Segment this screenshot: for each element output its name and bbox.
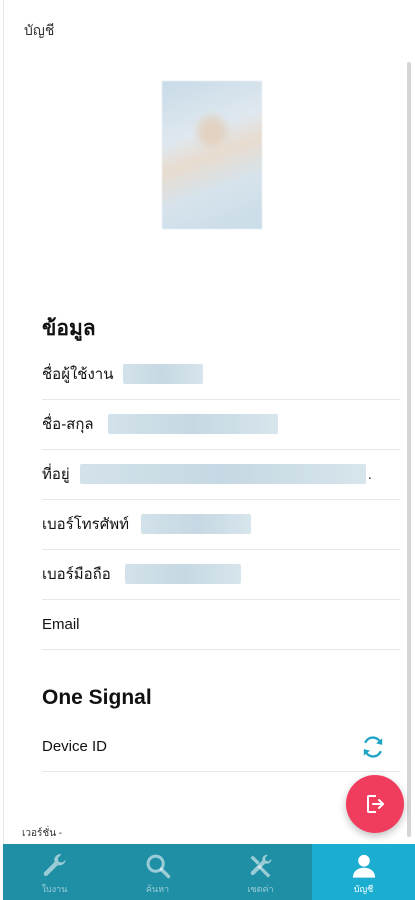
scrollbar[interactable] <box>407 62 411 837</box>
logout-button[interactable] <box>346 775 404 833</box>
redacted-value <box>107 414 278 434</box>
nav-item-account[interactable]: บัญชี <box>312 844 415 900</box>
nav-label: บัญชี <box>353 884 374 894</box>
field-mobile: เบอร์มือถือ <box>42 549 400 600</box>
nav-item-settings[interactable]: เซตค่า <box>209 844 312 900</box>
device-id-row: Device ID <box>42 721 400 772</box>
redacted-value <box>124 564 241 584</box>
user-icon <box>352 854 375 878</box>
nav-item-search[interactable]: ค้นหา <box>106 844 209 900</box>
redacted-value <box>123 364 204 384</box>
nav-label: ค้นหา <box>145 884 170 894</box>
field-phone: เบอร์โทรศัพท์ <box>42 499 400 550</box>
nav-item-jobs[interactable]: ใบงาน <box>3 844 106 900</box>
sync-icon[interactable] <box>360 734 386 760</box>
field-label: Email <box>42 615 80 633</box>
version-text: เวอร์ชั่น - <box>22 828 63 839</box>
field-label: ชื่อ-สกุล <box>42 416 94 433</box>
section-title-info: ข้อมูล <box>42 317 96 340</box>
avatar <box>162 81 262 229</box>
wrench-icon <box>43 854 65 876</box>
page-title: บัญชี <box>24 22 55 38</box>
field-email: Email <box>42 599 400 650</box>
redacted-value <box>141 514 252 534</box>
search-icon <box>146 854 170 879</box>
field-label: เบอร์โทรศัพท์ <box>42 516 130 533</box>
nav-label: เซตค่า <box>247 884 274 894</box>
bottom-nav: ใบงาน ค้นหา เซตค่า บัญชี <box>3 844 415 900</box>
logout-icon <box>367 795 384 813</box>
device-id-label: Device ID <box>42 737 108 755</box>
redacted-value <box>79 464 366 484</box>
field-label: ที่อยู่ <box>42 466 70 483</box>
field-address: ที่อยู่ . <box>42 449 400 500</box>
field-label: ชื่อผู้ใช้งาน <box>42 366 114 383</box>
field-label: เบอร์มือถือ <box>42 566 111 583</box>
field-username: ชื่อผู้ใช้งาน <box>42 349 400 400</box>
nav-label: ใบงาน <box>41 884 68 894</box>
section-title-onesignal: One Signal <box>42 686 152 709</box>
address-suffix: . <box>367 465 372 483</box>
field-fullname: ชื่อ-สกุล <box>42 399 400 450</box>
tools-icon <box>250 854 272 878</box>
